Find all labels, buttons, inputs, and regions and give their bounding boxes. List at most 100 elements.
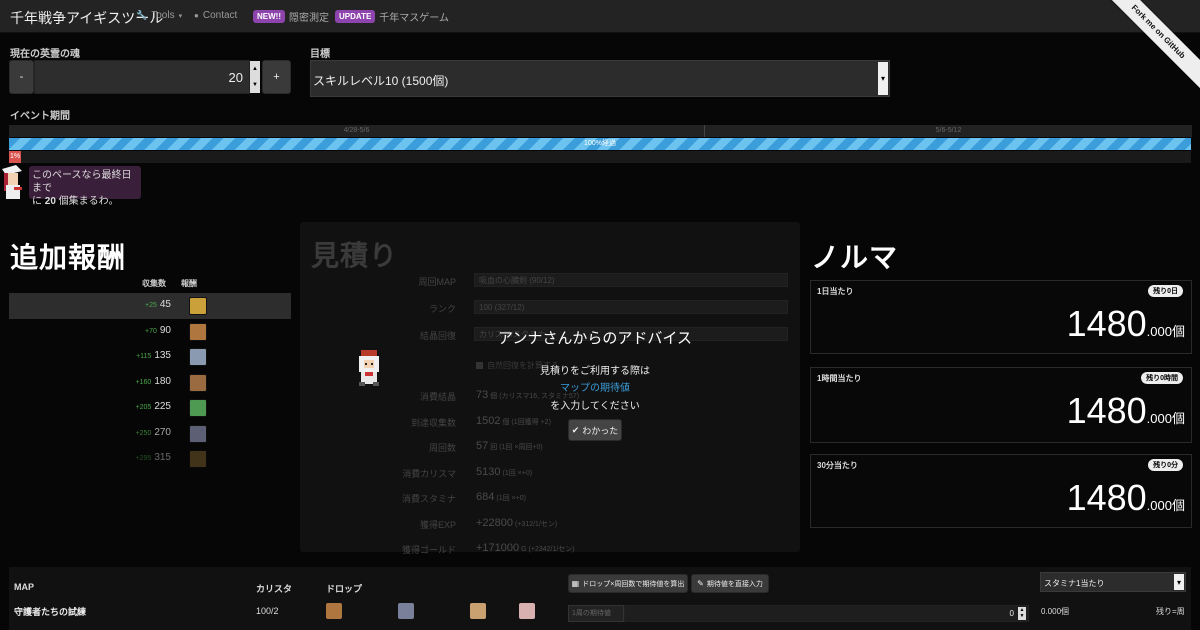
mass-game-link[interactable]: UPDATE 千年マスゲーム (335, 9, 449, 24)
quota-card: 30分当たり 残り0分 1480.000個 (810, 454, 1192, 528)
estimate-result-sub: G (+2342/1/セン) (521, 546, 575, 553)
estimate-result-row: 到達収集数 1502 個 (1回獲得 +2) (310, 411, 788, 433)
reward-plus: +25 (145, 302, 157, 309)
estimate-result-label: 消費スタミナ (401, 494, 456, 504)
expected-value: 0 (1009, 609, 1014, 618)
estimate-result-value: 5130 (476, 465, 501, 478)
spin-up-icon[interactable]: ▲ (250, 61, 260, 77)
estimate-result-value-cell: 684 (1回 ×+0) (476, 491, 526, 503)
bronze-unit-icon[interactable] (189, 322, 207, 341)
reward-row: +25 45 (9, 293, 291, 319)
ok-button[interactable]: ✔ わかった (568, 419, 622, 441)
quota-value-cell: 1480.000個 (1067, 477, 1185, 519)
estimate-rank-value: 100 (327/12) (479, 303, 525, 312)
event-periods-bar: 4/28-5/6 5/6-5/12 (9, 125, 1192, 137)
goal-value: スキルレベル10 (1500個) (313, 74, 449, 88)
estimate-result-value-cell: 1502 個 (1回獲得 +2) (476, 415, 551, 427)
advice-prefix: に (32, 196, 45, 207)
map-expected-link[interactable]: マップの期待値 (420, 379, 770, 394)
estimate-result-label: 獲得EXP (419, 519, 456, 530)
quota-card: 1時間当たり 残り0時間 1480.000個 (810, 367, 1192, 443)
anna-avatar (355, 348, 383, 386)
estimate-map-select[interactable]: 吸血の心臓剣 (90/12) (474, 273, 788, 287)
reward-plus: +115 (136, 353, 152, 360)
drop-unit-icon-4 (519, 603, 535, 619)
reward-count: 90 (159, 324, 171, 336)
quota-decimal: .000 (1146, 411, 1172, 426)
gold-unit-icon[interactable] (189, 450, 207, 468)
current-souls-input[interactable]: 20 (34, 60, 250, 94)
advice-line-2: に 20 個集まるわ。 (32, 195, 138, 208)
estimate-result-label: 消費カリスマ (402, 468, 456, 479)
calc-expected-button[interactable]: ▦ ドロップ×周回数で期待値を算出 (568, 574, 688, 593)
estimate-result-row: 周回数 57 回 (1回 ×周回+0) (310, 436, 788, 458)
goal-label: 目標 (310, 49, 330, 60)
estimate-map-value: 吸血の心臓剣 (90/12) (479, 276, 555, 285)
platinum-unit-icon[interactable] (189, 424, 207, 443)
quota-remaining-badge: 残り0分 (1148, 459, 1183, 471)
contact-label: Contact (202, 10, 238, 21)
quota-value: 1480 (1066, 477, 1147, 518)
tools-menu[interactable]: 🔧 Tools ▾ (136, 10, 182, 21)
per-unit-select[interactable]: スタミナ1当たり ▾ (1040, 572, 1186, 592)
remain-value: 残り=周 (1156, 607, 1185, 616)
silver-unit-icon[interactable] (189, 348, 207, 366)
direct-input-label: 期待値を直接入力 (706, 580, 763, 588)
estimate-result-label: 到達収集数 (410, 417, 456, 428)
estimate-rank-select[interactable]: 100 (327/12) (474, 300, 788, 314)
advice-line-1: このペースなら最終日まで (32, 170, 132, 194)
goal-select[interactable]: スキルレベル10 (1500個) ▾ (310, 60, 890, 97)
green-spirit-icon[interactable] (189, 399, 207, 417)
quota-value: 1480 (1066, 390, 1147, 431)
reward-plus: +160 (135, 378, 152, 386)
reward-plus: +70 (145, 327, 157, 335)
reward-plus: +250 (135, 429, 152, 437)
estimate-result-value: 1502 (476, 414, 501, 427)
quota-value-cell: 1480.000個 (1067, 390, 1185, 432)
expected-spinner[interactable]: ▲ ▼ (1018, 607, 1026, 620)
map-charisma: 100/2 (256, 606, 279, 616)
reward-count: 225 (154, 401, 171, 412)
reward-row: +295 315 (9, 446, 291, 472)
drop-unit-icon-2 (398, 603, 414, 619)
number-spinner[interactable]: ▲ ▼ (250, 61, 260, 93)
direct-input-button[interactable]: ✎ 期待値を直接入力 (691, 574, 769, 593)
estimate-result-value: +22800 (476, 516, 514, 529)
hidden-measure-label: 隠密測定 (289, 13, 329, 24)
quota-card: 1日当たり 残り0日 1480.000個 (810, 280, 1192, 354)
event-period-label: イベント期間 (10, 111, 70, 122)
expected-input[interactable]: 0 ▲ ▼ (624, 605, 1029, 622)
estimate-result-label: 獲得ゴールド (401, 545, 456, 555)
modal-line-1: 見積りをご利用する際は (540, 366, 650, 377)
navbar: 千年戦争アイギスツール 🔧 Tools ▾ ● Contact NEW!! 隠密… (0, 0, 1200, 33)
reward-row: +70 90 (9, 319, 291, 345)
update-badge: UPDATE (335, 10, 376, 23)
quota-unit: 個 (1171, 324, 1185, 339)
wrench-icon: 🔧 (136, 10, 148, 20)
estimate-result-label: 周回数 (428, 443, 456, 453)
gold-reward-icon[interactable] (189, 297, 207, 315)
decrement-button[interactable]: - (9, 60, 34, 94)
calculator-icon: ▦ (571, 579, 580, 588)
advice-bubble: このペースなら最終日まで に 20 個集まるわ。 (29, 166, 141, 207)
contact-link[interactable]: ● Contact (194, 10, 237, 21)
estimate-result-sub: (1回 ×+0) (502, 469, 533, 477)
quota-decimal: .000 (1146, 324, 1172, 339)
quota-value: 1480 (1066, 303, 1147, 344)
user-icon: ● (194, 11, 199, 20)
pencil-icon: ✎ (697, 579, 704, 588)
hidden-measure-link[interactable]: NEW!! 隠密測定 (253, 9, 329, 24)
increment-button[interactable]: + (262, 60, 291, 94)
advice-count: 20 (44, 196, 56, 207)
brown-unit-icon[interactable] (189, 373, 207, 392)
col-map: MAP (14, 582, 34, 592)
reward-count: 180 (154, 375, 171, 387)
elapsed-progress-text: 100%経過 (584, 140, 616, 147)
spin-down-icon[interactable]: ▼ (250, 77, 260, 93)
tools-label: Tools (151, 10, 175, 21)
estimate-rank-row: ランク 100 (327/12) (310, 297, 788, 319)
estimate-rank-label: ランク (428, 304, 456, 314)
estimate-map-row: 周回MAP 吸血の心臓剣 (90/12) (310, 270, 788, 292)
caret-down-icon: ▾ (178, 12, 183, 20)
expected-input-addon: 1周の期待値 (568, 605, 624, 622)
